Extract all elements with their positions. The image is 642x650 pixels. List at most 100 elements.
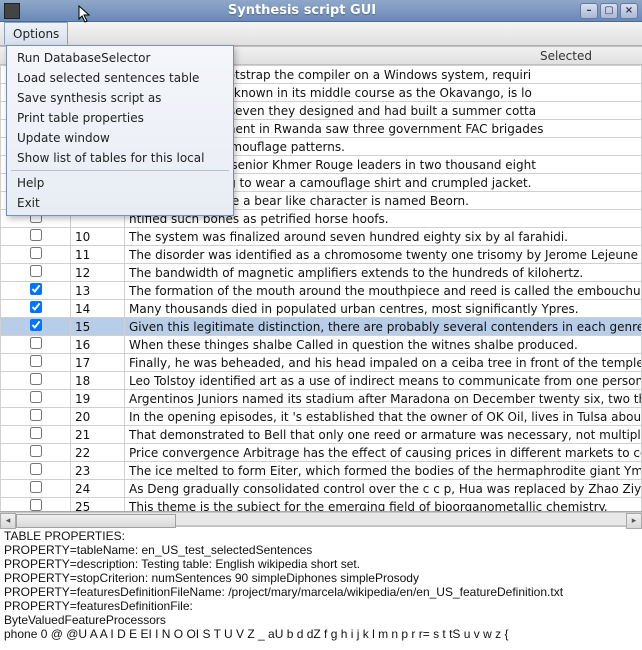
row-sentence: The ice melted to form Eiter, which form… [125,462,642,480]
row-number: 19 [71,390,125,408]
row-checkbox-cell [1,498,71,512]
row-number: 21 [71,426,125,444]
row-checkbox-cell [1,408,71,426]
row-number: 11 [71,246,125,264]
row-checkbox-cell [1,246,71,264]
minimize-button[interactable]: – [580,3,598,19]
row-checkbox[interactable] [30,481,42,493]
menu-separator [11,170,229,171]
row-checkbox-cell [1,462,71,480]
table-row[interactable]: 11The disorder was identified as a chrom… [1,246,642,264]
row-checkbox-cell [1,480,71,498]
row-checkbox-cell [1,336,71,354]
row-sentence: The bandwidth of magnetic amplifiers ext… [125,264,642,282]
table-row[interactable]: 16When these thinges shalbe Called in qu… [1,336,642,354]
row-sentence: Many thousands died in populated urban c… [125,300,642,318]
row-checkbox[interactable] [30,427,42,439]
row-sentence: Leo Tolstoy identified art as a use of i… [125,372,642,390]
row-sentence: That demonstrated to Bell that only one … [125,426,642,444]
row-checkbox-cell [1,318,71,336]
row-number: 20 [71,408,125,426]
table-row[interactable]: 10The system was finalized around seven … [1,228,642,246]
row-checkbox[interactable] [30,373,42,385]
row-number: 22 [71,444,125,462]
menu-run-dbselector[interactable]: Run DatabaseSelector [7,48,233,68]
scroll-thumb[interactable] [16,514,176,528]
row-checkbox[interactable] [30,301,42,313]
table-row[interactable]: 22Price convergence Arbitrage has the ef… [1,444,642,462]
row-number: 24 [71,480,125,498]
horizontal-scrollbar[interactable]: ◂ ▸ [0,512,642,526]
row-checkbox[interactable] [30,463,42,475]
row-sentence: When these thinges shalbe Called in ques… [125,336,642,354]
row-checkbox[interactable] [30,391,42,403]
app-icon [4,3,20,19]
row-sentence: The formation of the mouth around the mo… [125,282,642,300]
row-number: 16 [71,336,125,354]
menu-show-list-tables[interactable]: Show list of tables for this local [7,148,233,168]
row-sentence: Argentinos Juniors named its stadium aft… [125,390,642,408]
row-number: 14 [71,300,125,318]
titlebar: Synthesis script GUI – ▢ × [0,0,642,22]
row-checkbox-cell [1,354,71,372]
row-number: 13 [71,282,125,300]
row-number: 10 [71,228,125,246]
row-checkbox[interactable] [30,229,42,241]
row-number: 25 [71,498,125,512]
menu-options[interactable]: Options [4,22,68,45]
menu-save-script-as[interactable]: Save synthesis script as [7,88,233,108]
row-checkbox-cell [1,390,71,408]
menu-exit[interactable]: Exit [7,193,233,213]
table-row[interactable]: 14Many thousands died in populated urban… [1,300,642,318]
row-checkbox[interactable] [30,283,42,295]
row-sentence: Price convergence Arbitrage has the effe… [125,444,642,462]
table-row[interactable]: 20In the opening episodes, it 's establi… [1,408,642,426]
table-row[interactable]: 18Leo Tolstoy identified art as a use of… [1,372,642,390]
close-button[interactable]: × [620,3,638,19]
row-number: 18 [71,372,125,390]
col-header-selected: Selected [540,49,592,63]
options-dropdown: Run DatabaseSelector Load selected sente… [6,45,234,216]
row-checkbox[interactable] [30,319,42,331]
window-controls: – ▢ × [580,3,638,19]
table-row[interactable]: 13The formation of the mouth around the … [1,282,642,300]
table-row[interactable]: 15Given this legitimate distinction, the… [1,318,642,336]
row-number: 12 [71,264,125,282]
row-checkbox[interactable] [30,409,42,421]
table-row[interactable]: 25This theme is the subject for the emer… [1,498,642,512]
row-checkbox-cell [1,444,71,462]
row-checkbox[interactable] [30,445,42,457]
table-row[interactable]: 12The bandwidth of magnetic amplifiers e… [1,264,642,282]
table-row[interactable]: 17Finally, he was beheaded, and his head… [1,354,642,372]
menu-load-selected[interactable]: Load selected sentences table [7,68,233,88]
table-row[interactable]: 24As Deng gradually consolidated control… [1,480,642,498]
maximize-button[interactable]: ▢ [600,3,618,19]
menu-help[interactable]: Help [7,173,233,193]
row-sentence: In the opening episodes, it 's establish… [125,408,642,426]
row-number: 15 [71,318,125,336]
row-sentence: The system was finalized around seven hu… [125,228,642,246]
menubar: Options [0,22,642,46]
row-checkbox[interactable] [30,337,42,349]
table-row[interactable]: 21That demonstrated to Bell that only on… [1,426,642,444]
table-row[interactable]: 19Argentinos Juniors named its stadium a… [1,390,642,408]
row-sentence: This theme is the subject for the emergi… [125,498,642,512]
row-checkbox-cell [1,372,71,390]
scroll-right-button[interactable]: ▸ [626,513,642,529]
row-number: 23 [71,462,125,480]
properties-pane[interactable]: TABLE PROPERTIES: PROPERTY=tableName: en… [0,526,642,650]
row-checkbox-cell [1,426,71,444]
row-number: 17 [71,354,125,372]
menu-print-table-props[interactable]: Print table properties [7,108,233,128]
scroll-left-button[interactable]: ◂ [0,513,16,529]
menu-update-window[interactable]: Update window [7,128,233,148]
row-checkbox[interactable] [30,499,42,511]
table-row[interactable]: 23The ice melted to form Eiter, which fo… [1,462,642,480]
row-checkbox-cell [1,300,71,318]
row-checkbox-cell [1,282,71,300]
row-checkbox[interactable] [30,247,42,259]
row-sentence: Finally, he was beheaded, and his head i… [125,354,642,372]
row-checkbox[interactable] [30,265,42,277]
row-checkbox[interactable] [30,355,42,367]
row-checkbox-cell [1,228,71,246]
